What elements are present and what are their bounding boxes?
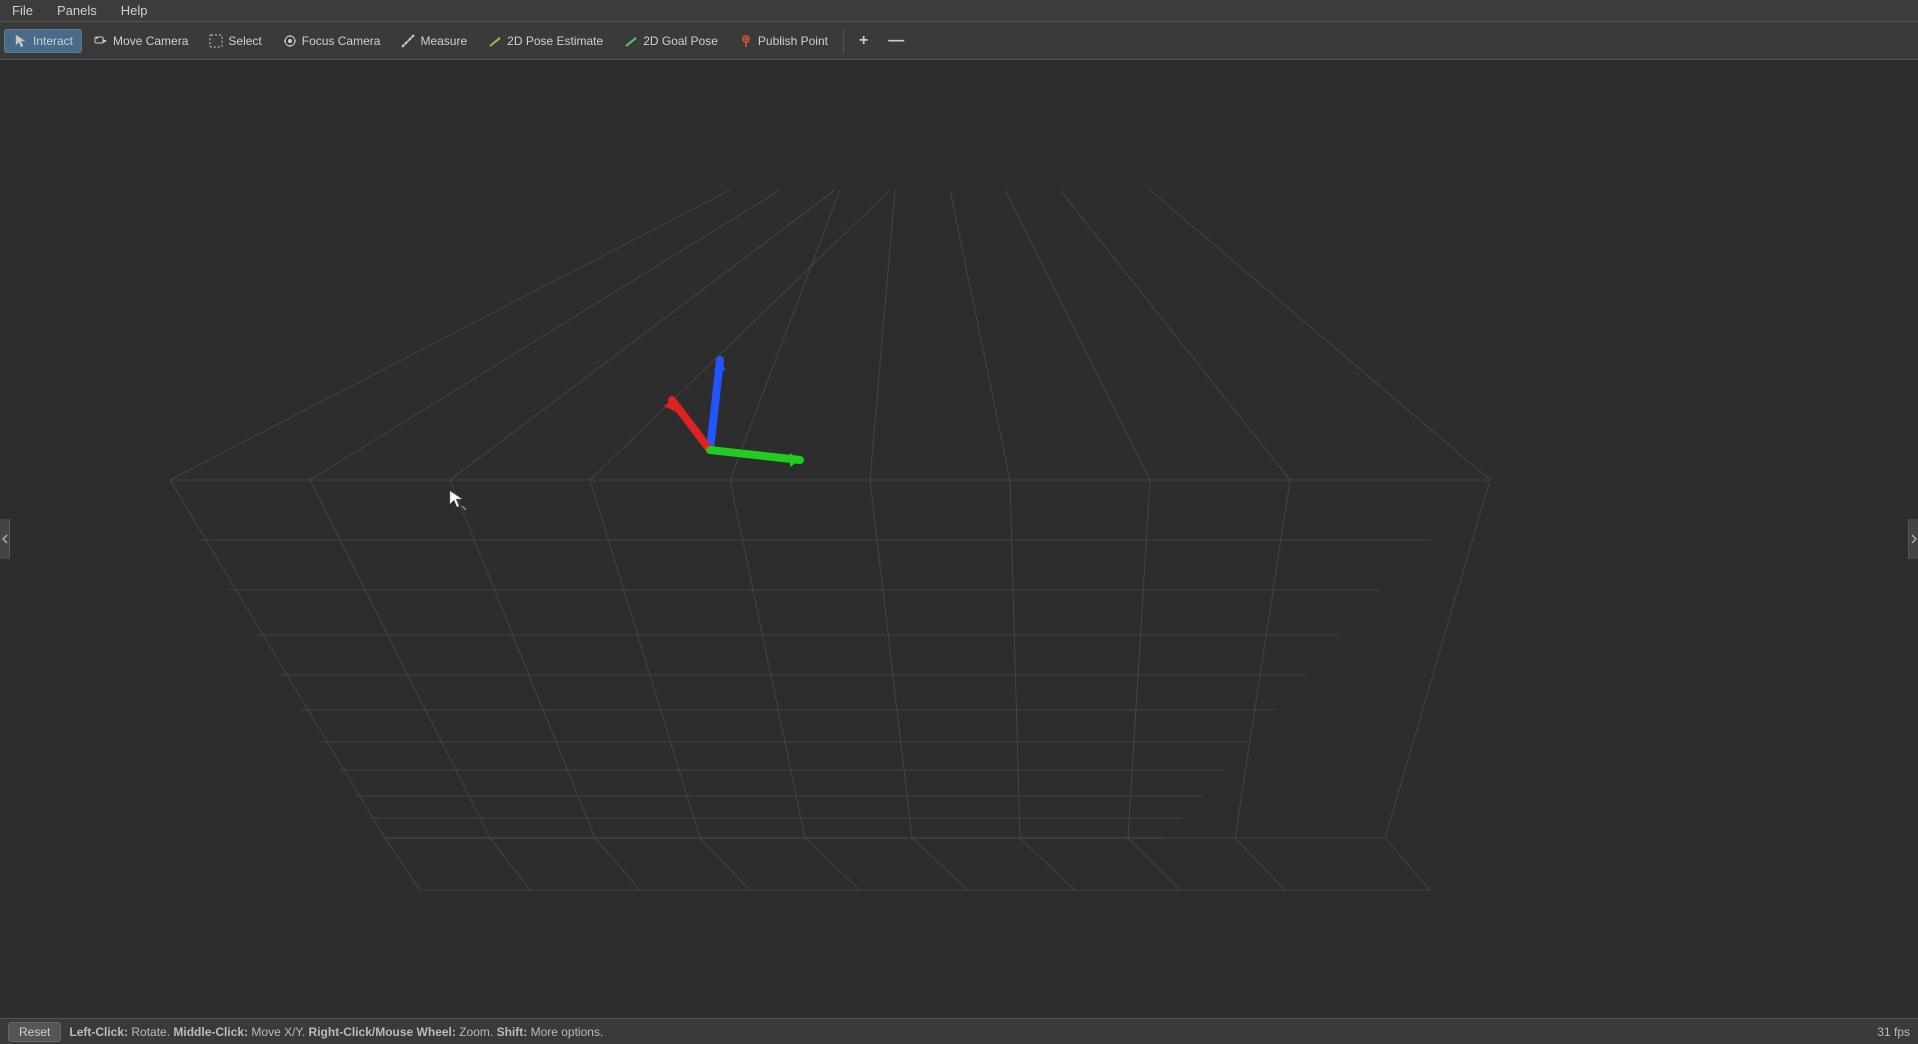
menu-help[interactable]: Help — [115, 1, 154, 20]
tool-goal-pose[interactable]: 2D Goal Pose — [614, 29, 727, 53]
tool-focus-camera[interactable]: Focus Camera — [273, 29, 390, 53]
tool-pose-estimate[interactable]: 2D Pose Estimate — [478, 29, 612, 53]
tool-select-label: Select — [228, 34, 261, 48]
plus-icon: + — [859, 32, 868, 50]
viewport-canvas[interactable]: .grid-line { stroke: #555555; stroke-wid… — [0, 60, 1918, 1018]
tool-focus-camera-label: Focus Camera — [302, 34, 381, 48]
tool-pose-estimate-label: 2D Pose Estimate — [507, 34, 603, 48]
tool-measure-label: Measure — [420, 34, 467, 48]
viewport-container: .grid-line { stroke: #555555; stroke-wid… — [0, 60, 1918, 1018]
interact-icon — [13, 33, 29, 49]
minus-icon: — — [888, 32, 904, 50]
status-shift: Shift: More options. — [497, 1025, 604, 1039]
tool-move-camera[interactable]: Move Camera — [84, 29, 197, 53]
menu-bar: File Panels Help — [0, 0, 1918, 22]
tool-interact-label: Interact — [33, 34, 73, 48]
tool-publish-point[interactable]: Publish Point — [729, 29, 837, 53]
move-camera-icon — [93, 33, 109, 49]
tool-plus[interactable]: + — [850, 28, 877, 54]
tool-select[interactable]: Select — [199, 29, 270, 53]
status-text: Left-Click: Rotate. Middle-Click: Move X… — [69, 1025, 603, 1039]
tool-interact[interactable]: Interact — [4, 29, 82, 53]
tool-measure[interactable]: Measure — [391, 29, 476, 53]
tool-move-camera-label: Move Camera — [113, 34, 188, 48]
fps-display: 31 fps — [1877, 1025, 1910, 1039]
left-panel-handle[interactable] — [0, 519, 10, 559]
measure-icon — [400, 33, 416, 49]
tool-goal-pose-label: 2D Goal Pose — [643, 34, 718, 48]
status-leftclick: Left-Click: Rotate. — [69, 1025, 173, 1039]
publish-point-icon — [738, 33, 754, 49]
tool-minus[interactable]: — — [879, 28, 913, 54]
select-icon — [208, 33, 224, 49]
status-middleclick: Middle-Click: Move X/Y. — [173, 1025, 308, 1039]
focus-camera-icon — [282, 33, 298, 49]
goal-pose-icon — [623, 33, 639, 49]
status-bar: Reset Left-Click: Rotate. Middle-Click: … — [0, 1018, 1918, 1044]
tool-publish-point-label: Publish Point — [758, 34, 828, 48]
toolbar-separator — [843, 29, 844, 53]
pose-estimate-icon — [487, 33, 503, 49]
reset-button[interactable]: Reset — [8, 1022, 61, 1042]
status-rightclick: Right-Click/Mouse Wheel: Zoom. — [309, 1025, 497, 1039]
grid-svg: .grid-line { stroke: #555555; stroke-wid… — [0, 60, 1918, 1018]
right-panel-handle[interactable] — [1908, 519, 1918, 559]
toolbar: Interact Move Camera Select — [0, 22, 1918, 60]
menu-file[interactable]: File — [6, 1, 39, 20]
menu-panels[interactable]: Panels — [51, 1, 103, 20]
